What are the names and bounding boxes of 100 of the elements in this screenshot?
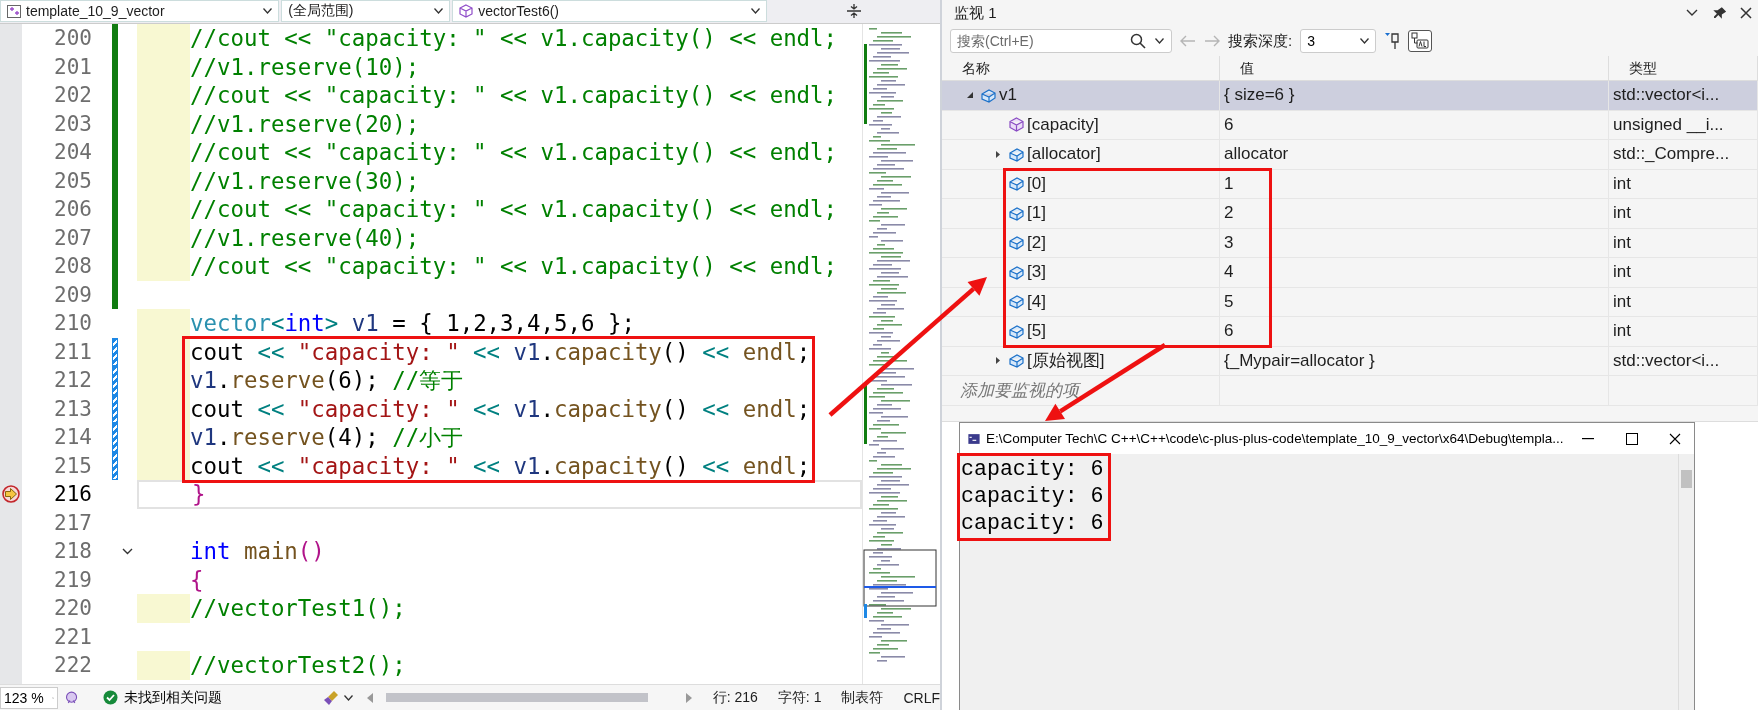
field-cube-icon — [1009, 146, 1024, 162]
console-output-line: capacity: 6 — [961, 483, 1104, 510]
column-header[interactable]: 值 — [1220, 56, 1609, 80]
watch-row[interactable]: [1] 2 int — [942, 199, 1758, 229]
add-watch-placeholder[interactable]: 添加要监视的项 — [946, 378, 1079, 402]
code-line: vector<int> v1 = { 1,2,3,4,5,6 }; — [190, 309, 635, 338]
pin-icon[interactable] — [1712, 6, 1726, 20]
cube-icon — [459, 4, 474, 18]
search-depth-label: 搜索深度: — [1228, 31, 1293, 51]
watch-row[interactable]: [原始视图] {_Mypair=allocator } std::vector<i... — [942, 346, 1758, 376]
variable-value: allocator — [1224, 144, 1289, 165]
scroll-right-icon[interactable] — [685, 692, 693, 703]
line-number: 211 — [53, 338, 92, 366]
watch-row[interactable]: [allocator] allocator std::_Compre... — [942, 140, 1758, 170]
code-line: //vectorTest2(); — [190, 651, 406, 680]
line-number: 212 — [53, 367, 92, 394]
variable-type: int — [1613, 203, 1631, 224]
field-cube-icon — [981, 87, 996, 103]
variable-type: unsigned __i... — [1613, 114, 1724, 135]
search-icon[interactable] — [1130, 33, 1146, 49]
column-indicator[interactable]: 字符: 1 — [777, 688, 822, 707]
console-window-title: E:\Computer Tech\C C++\C++\code\c-plus-plus-code\template_10_9_vector\x64\Debug\templa... — [986, 431, 1564, 446]
function-dropdown[interactable]: vectorTest6() — [452, 0, 768, 22]
code-line: //cout << "capacity: " << v1.capacity() << endl; — [190, 81, 838, 110]
code-line: //cout << "capacity: " << v1.capacity() << endl; — [190, 252, 838, 281]
code-line: //v1.reserve(40); — [190, 223, 420, 252]
variable-value: 5 — [1224, 291, 1234, 312]
search-depth-dropdown[interactable]: 3 — [1300, 29, 1377, 53]
right-arrow-icon — [1204, 35, 1220, 47]
current-statement-icon — [2, 485, 20, 504]
watch-row[interactable]: [capacity] 6 unsigned __i... — [942, 110, 1758, 140]
watch-row[interactable]: v1 { size=6 } std::vector<i... — [942, 81, 1758, 111]
line-number: 221 — [53, 623, 92, 651]
column-header[interactable]: 名称 — [942, 56, 1220, 80]
field-cube-icon — [1009, 264, 1024, 280]
variable-value: 1 — [1224, 173, 1234, 194]
collapsed-triangle-icon[interactable] — [994, 149, 1001, 159]
filter-pin-button[interactable] — [1384, 32, 1401, 50]
variable-type: std::vector<i... — [1613, 350, 1720, 371]
panel-title: 监视 1 — [954, 3, 998, 23]
line-number: 210 — [53, 310, 92, 337]
code-line: //cout << "capacity: " << v1.capacity() << endl; — [190, 24, 838, 53]
line-number: 219 — [53, 566, 92, 594]
line-indicator[interactable]: 行: 216 — [712, 688, 758, 707]
watch-row[interactable]: [0] 1 int — [942, 169, 1758, 199]
code-line: v1.reserve(6); //等于 — [190, 366, 464, 395]
console-output-line: capacity: 6 — [961, 510, 1104, 537]
caret-icon — [344, 694, 354, 701]
minimize-icon — [1582, 437, 1595, 440]
field-cube-icon — [1009, 205, 1024, 221]
variable-value: 2 — [1224, 203, 1234, 224]
code-line: //v1.reserve(20); — [190, 109, 420, 138]
variable-name: [capacity] — [1027, 114, 1099, 135]
close-icon[interactable] — [1740, 7, 1752, 19]
variable-value: {_Mypair=allocator } — [1224, 350, 1375, 371]
zoom-dropdown[interactable]: 123 % — [0, 686, 58, 709]
watch-row[interactable]: [2] 3 int — [942, 228, 1758, 258]
code-line: { — [190, 565, 204, 594]
variable-value: 4 — [1224, 262, 1234, 283]
code-line: //cout << "capacity: " << v1.capacity() << endl; — [190, 195, 838, 224]
variable-name: [2] — [1027, 232, 1046, 253]
field-cube-icon — [1009, 294, 1024, 310]
line-number: 220 — [53, 595, 92, 622]
scope-dropdown[interactable]: (全局范围) — [281, 0, 451, 22]
code-cleanup-button[interactable] — [322, 688, 354, 707]
chevron-down-icon[interactable] — [1686, 9, 1698, 17]
line-number: 217 — [53, 509, 92, 537]
scroll-left-icon[interactable] — [367, 692, 375, 703]
expanded-triangle-icon[interactable] — [965, 91, 974, 100]
pin-filter-icon — [1384, 32, 1401, 50]
left-arrow-icon — [1180, 35, 1196, 47]
code-line: //vectorTest1(); — [190, 594, 406, 623]
variable-name: [0] — [1027, 173, 1046, 194]
line-number: 214 — [53, 424, 92, 451]
text-format-icon — [1411, 32, 1430, 50]
variable-value: 6 — [1224, 114, 1234, 135]
variable-type: int — [1613, 291, 1631, 312]
line-number: 204 — [53, 139, 92, 166]
collapsed-triangle-icon[interactable] — [994, 356, 1001, 366]
line-number: 206 — [53, 196, 92, 223]
column-header[interactable]: 类型 — [1609, 56, 1758, 80]
search-field[interactable]: 搜索(Ctrl+E) — [950, 29, 1172, 53]
indent-mode[interactable]: 制表符 — [841, 688, 884, 707]
watch-row[interactable]: [4] 5 int — [942, 287, 1758, 317]
hex-toggle-button[interactable] — [1408, 30, 1433, 52]
field-cube-icon — [1009, 323, 1024, 339]
line-number: 201 — [53, 53, 92, 81]
variable-name: [3] — [1027, 262, 1046, 283]
variable-type: int — [1613, 232, 1631, 253]
caret-icon — [751, 8, 761, 14]
code-line: //cout << "capacity: " << v1.capacity() << endl; — [190, 138, 838, 167]
caret-icon — [1360, 38, 1370, 44]
field-cube-icon — [1009, 235, 1024, 251]
project-dropdown[interactable]: template_10_9_vector — [0, 0, 280, 22]
fold-chevron-icon[interactable] — [122, 547, 133, 555]
line-ending[interactable]: CRLF — [903, 689, 940, 706]
issues-indicator[interactable]: 未找到相关问题 — [103, 688, 263, 707]
vertical-scrollbar[interactable] — [1678, 454, 1694, 710]
watch-row[interactable]: [5] 6 int — [942, 317, 1758, 347]
variable-value: 6 — [1224, 321, 1234, 342]
